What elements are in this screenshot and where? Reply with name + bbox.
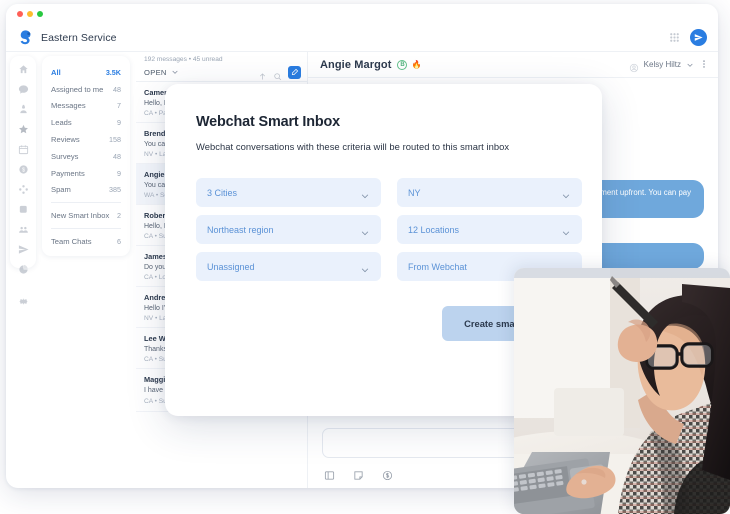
sort-arrow-icon[interactable] xyxy=(258,68,267,79)
sidebar-item-messages[interactable] xyxy=(16,84,30,95)
filter-item-all[interactable]: All 3.5K xyxy=(42,64,130,81)
chevron-down-icon xyxy=(360,262,370,272)
filter-count: 2 xyxy=(117,211,121,221)
select-locations[interactable]: 12 Locations xyxy=(397,215,582,244)
filter-label: Team Chats xyxy=(51,237,92,247)
filter-count: 6 xyxy=(117,237,121,247)
photo-woman-at-laptop xyxy=(514,268,730,514)
sidebar-item-contacts[interactable] xyxy=(16,104,30,115)
chevron-down-icon[interactable] xyxy=(686,56,694,74)
select-region[interactable]: Northeast region xyxy=(196,215,381,244)
filter-label: Messages xyxy=(51,101,86,111)
window-maximize-button[interactable] xyxy=(37,11,43,17)
select-value: Unassigned xyxy=(207,261,255,272)
search-icon[interactable] xyxy=(273,68,282,80)
filter-label: New Smart Inbox xyxy=(51,211,110,221)
filter-count: 48 xyxy=(113,151,121,161)
template-panel-icon[interactable] xyxy=(324,468,335,480)
composer-tools xyxy=(324,468,393,481)
select-assignment[interactable]: Unassigned xyxy=(196,252,381,281)
filter-sidebar: All 3.5K Assigned to me 48 Messages 7 Le… xyxy=(42,56,130,256)
chevron-down-icon xyxy=(561,225,571,235)
chat-contact-name: Angie Margot xyxy=(320,58,392,71)
filter-label: Leads xyxy=(51,118,72,128)
filter-count: 158 xyxy=(109,135,121,145)
sidebar-item-analytics[interactable] xyxy=(16,264,30,275)
select-value: Northeast region xyxy=(207,224,274,235)
sidebar-item-apps[interactable] xyxy=(16,184,30,195)
filter-count: 9 xyxy=(117,118,121,128)
filter-divider xyxy=(51,228,121,230)
filter-item-payments[interactable]: Payments 9 xyxy=(42,165,130,182)
filter-count: 9 xyxy=(117,168,121,178)
filter-count: 3.5K xyxy=(105,67,121,77)
conversation-toolbar: OPEN xyxy=(136,63,307,82)
kebab-menu-icon[interactable] xyxy=(699,58,709,71)
window-close-button[interactable] xyxy=(17,11,23,17)
conversation-list-header: 192 messages • 45 unread xyxy=(136,52,307,63)
filter-item-assigned-to-me[interactable]: Assigned to me 48 xyxy=(42,81,130,98)
filter-count: 385 xyxy=(109,185,121,195)
sidebar-item-pages[interactable] xyxy=(16,204,30,215)
filter-item-new-smart-inbox[interactable]: New Smart Inbox 2 xyxy=(42,207,130,224)
filter-divider xyxy=(51,202,121,204)
filter-count: 48 xyxy=(113,84,121,94)
shell-logo-icon xyxy=(17,29,34,46)
filter-label: All xyxy=(51,67,61,77)
filter-item-reviews[interactable]: Reviews 158 xyxy=(42,131,130,148)
filter-item-surveys[interactable]: Surveys 48 xyxy=(42,148,130,165)
chevron-down-icon xyxy=(360,225,370,235)
flame-icon: 🔥 xyxy=(411,60,422,69)
conversation-count: 192 messages • 45 unread xyxy=(144,56,223,63)
paper-plane-icon[interactable] xyxy=(690,29,707,46)
note-icon[interactable] xyxy=(353,468,364,480)
apps-grid-icon[interactable] xyxy=(668,31,681,44)
select-value: From Webchat xyxy=(408,261,467,272)
status-filter-label[interactable]: OPEN xyxy=(144,68,167,77)
filter-item-spam[interactable]: Spam 385 xyxy=(42,182,130,199)
select-state[interactable]: NY xyxy=(397,178,582,207)
select-cities[interactable]: 3 Cities xyxy=(196,178,381,207)
filter-label: Payments xyxy=(51,168,85,178)
chevron-down-icon xyxy=(561,188,571,198)
filter-item-leads[interactable]: Leads 9 xyxy=(42,114,130,131)
sidebar-item-teams[interactable] xyxy=(16,224,30,235)
criteria-selects: 3 Cities NY Northeast region 12 Location… xyxy=(196,178,582,281)
contact-badge: B xyxy=(397,59,408,70)
filter-label: Reviews xyxy=(51,135,80,145)
brand-name: Eastern Service xyxy=(41,31,117,44)
filter-count: 7 xyxy=(117,101,121,111)
payment-dollar-icon[interactable] xyxy=(382,468,393,481)
select-value: 12 Locations xyxy=(408,224,460,235)
screenshot-root: Eastern Service $ All 3.5K Assigned to m… xyxy=(0,0,730,514)
sidebar-item-settings[interactable] xyxy=(16,296,30,307)
chat-header: Angie Margot B 🔥 Kelsy Hiltz xyxy=(308,52,718,78)
user-circle-icon xyxy=(629,60,639,72)
svg-text:$: $ xyxy=(21,168,24,174)
filter-label: Surveys xyxy=(51,151,79,161)
sidebar-item-campaigns[interactable] xyxy=(16,244,30,255)
modal-subtitle: Webchat conversations with these criteri… xyxy=(196,141,510,152)
assigned-agent-name: Kelsy Hiltz xyxy=(643,60,681,69)
filter-label: Spam xyxy=(51,185,71,195)
modal-title: Webchat Smart Inbox xyxy=(196,114,341,130)
filter-item-team-chats[interactable]: Team Chats 6 xyxy=(42,233,130,250)
window-minimize-button[interactable] xyxy=(27,11,33,17)
filter-label: Assigned to me xyxy=(51,84,104,94)
filter-item-messages[interactable]: Messages 7 xyxy=(42,98,130,115)
app-topbar: Eastern Service xyxy=(6,24,718,52)
compose-icon[interactable] xyxy=(288,65,301,79)
sidebar-item-payments[interactable]: $ xyxy=(16,164,30,175)
sidebar-item-reviews[interactable] xyxy=(16,124,30,135)
chevron-down-icon[interactable] xyxy=(171,63,179,81)
icon-rail: $ xyxy=(10,56,36,305)
brand: Eastern Service xyxy=(6,29,117,46)
chevron-down-icon xyxy=(360,188,370,198)
sidebar-item-home[interactable] xyxy=(16,64,30,75)
select-value: 3 Cities xyxy=(207,187,238,198)
select-value: NY xyxy=(408,187,421,198)
window-titlebar xyxy=(6,4,718,24)
topbar-actions xyxy=(668,29,718,46)
sidebar-item-calendar[interactable] xyxy=(16,144,30,155)
